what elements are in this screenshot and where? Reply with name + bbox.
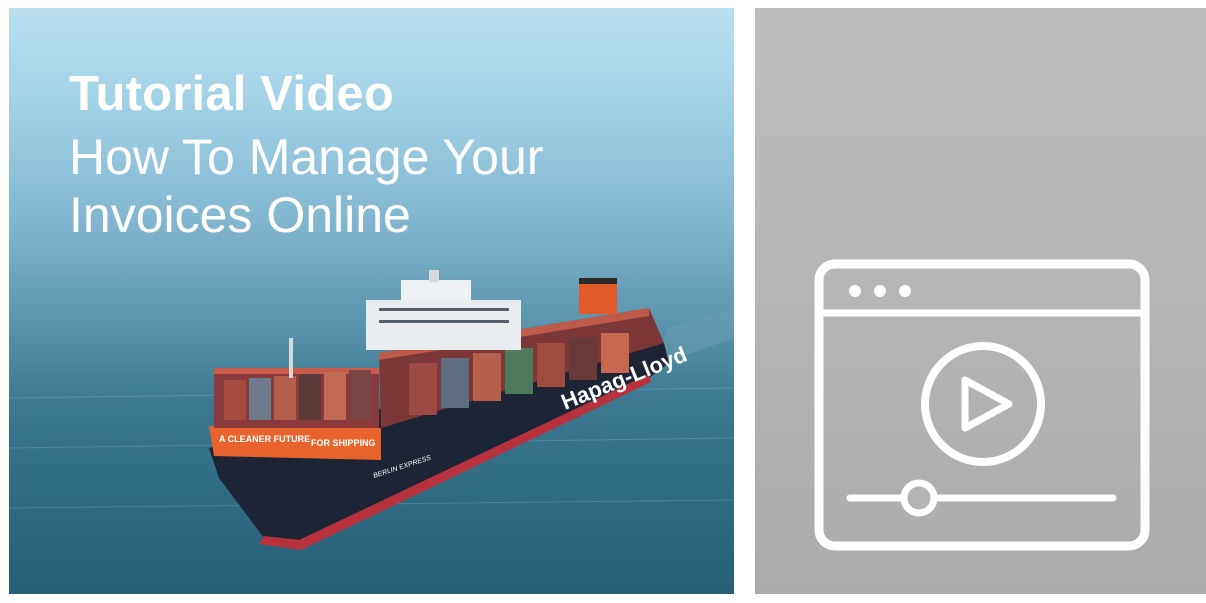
bow-text-left: A CLEANER FUTURE xyxy=(219,434,310,444)
window-dot-icon xyxy=(899,285,911,297)
window-frame-icon xyxy=(814,259,1150,551)
window-dot-icon xyxy=(874,285,886,297)
progress-handle[interactable] xyxy=(900,479,938,517)
video-title-bold: Tutorial Video xyxy=(69,67,394,121)
window-dot-icon xyxy=(849,285,861,297)
play-triangle-icon xyxy=(961,376,1013,432)
video-play-panel[interactable] xyxy=(755,8,1206,594)
play-circle-icon[interactable] xyxy=(921,342,1045,466)
video-title-subtitle: How To Manage Your Invoices Online xyxy=(69,129,544,243)
video-player-icon[interactable] xyxy=(755,8,1206,594)
bow-text-right: FOR SHIPPING xyxy=(311,438,376,448)
tutorial-video-thumbnail[interactable]: Hapag-Lloyd A CLEANER FUTURE FOR SHIPPIN… xyxy=(9,8,734,594)
